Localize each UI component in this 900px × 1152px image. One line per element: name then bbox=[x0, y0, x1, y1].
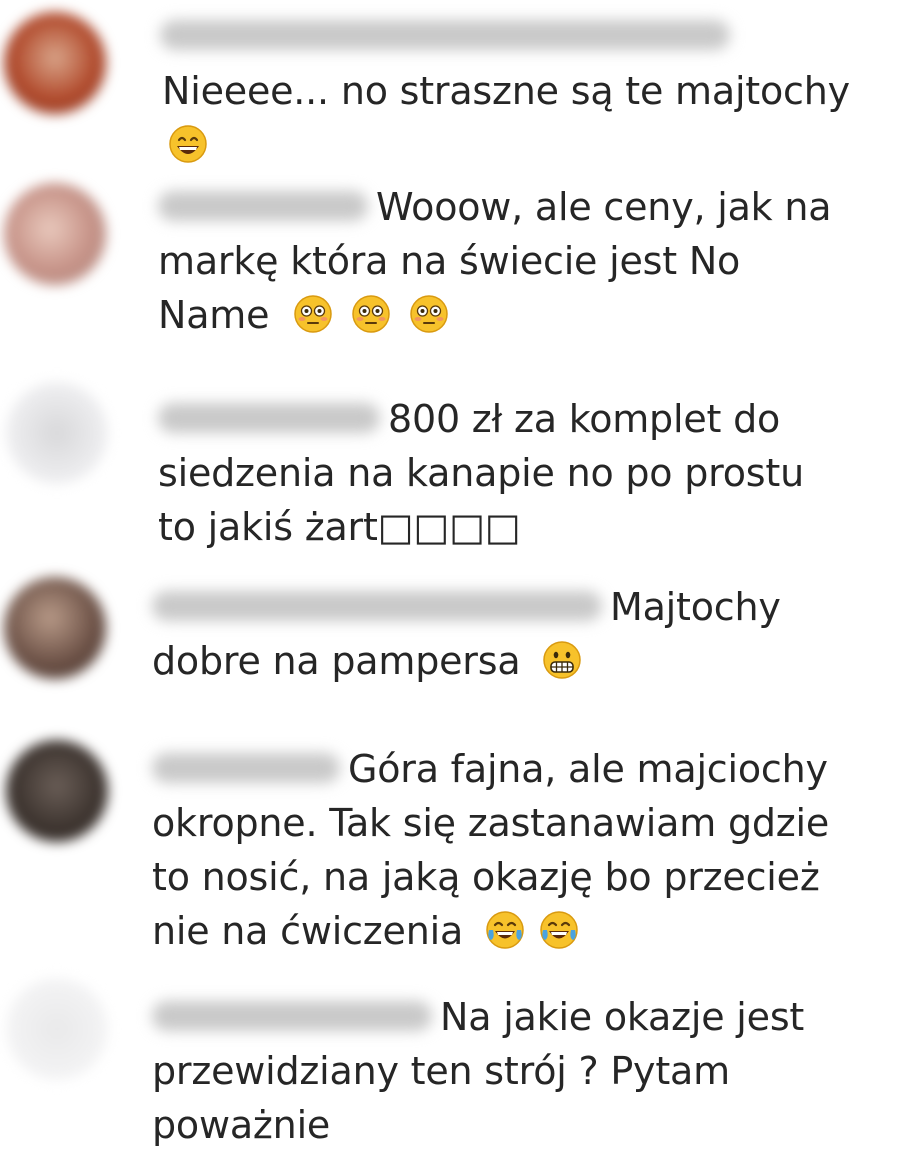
username-blurred[interactable] bbox=[152, 590, 602, 621]
grimacing-face-icon bbox=[542, 640, 582, 680]
comment-text-line: Na jakie okazje jest bbox=[440, 995, 805, 1039]
flushed-face-icon bbox=[293, 294, 333, 334]
username-blurred[interactable] bbox=[158, 190, 368, 221]
username-blurred[interactable] bbox=[152, 1000, 432, 1031]
avatar[interactable] bbox=[6, 978, 108, 1080]
comment-text-line: Nieeee... no straszne są te majtochy bbox=[162, 69, 850, 113]
comment-text-line: to nosić, na jaką okazję bo przecież bbox=[152, 855, 820, 899]
comment-text-line: Name bbox=[158, 293, 270, 337]
username-blurred[interactable] bbox=[160, 20, 730, 50]
comment-text: 800 zł za komplet do siedzenia na kanapi… bbox=[158, 392, 888, 554]
comment-text-line: nie na ćwiczenia bbox=[152, 909, 464, 953]
avatar[interactable] bbox=[6, 382, 108, 484]
comment-text-line: Wooow, ale ceny, jak na bbox=[376, 185, 832, 229]
comment-text-line: siedzenia na kanapie no po prostu bbox=[158, 451, 804, 495]
comment-text-line: dobre na pampersa bbox=[152, 639, 521, 683]
comment-text-line: okropne. Tak się zastanawiam gdzie bbox=[152, 801, 830, 845]
comment-text-line: poważnie bbox=[152, 1103, 331, 1147]
comment-text: Na jakie okazje jest przewidziany ten st… bbox=[152, 990, 892, 1152]
comment-text: Wooow, ale ceny, jak na markę która na ś… bbox=[158, 180, 888, 342]
tears-of-joy-icon bbox=[539, 910, 579, 950]
avatar[interactable] bbox=[4, 577, 106, 679]
flushed-face-icon bbox=[351, 294, 391, 334]
username-blurred[interactable] bbox=[158, 402, 380, 433]
comment-text-line: 800 zł za komplet do bbox=[388, 397, 781, 441]
avatar[interactable] bbox=[4, 12, 106, 114]
comment-text-line: to jakiś żart□□□□ bbox=[158, 505, 521, 549]
comment-text-line: Góra fajna, ale majciochy bbox=[348, 747, 828, 791]
grinning-smiling-eyes-icon bbox=[168, 124, 208, 164]
comment-text: Góra fajna, ale majciochy okropne. Tak s… bbox=[152, 742, 892, 958]
comment-text: Nieeee... no straszne są te majtochy bbox=[162, 64, 882, 172]
comment-text-line: przewidziany ten strój ? Pytam bbox=[152, 1049, 730, 1093]
flushed-face-icon bbox=[409, 294, 449, 334]
comment-text: Majtochy dobre na pampersa bbox=[152, 580, 892, 688]
avatar[interactable] bbox=[4, 183, 106, 285]
username-blurred[interactable] bbox=[152, 752, 340, 783]
avatar[interactable] bbox=[6, 740, 108, 842]
comment-text-line: Majtochy bbox=[610, 585, 781, 629]
tears-of-joy-icon bbox=[485, 910, 525, 950]
comment-text-line: markę która na świecie jest No bbox=[158, 239, 741, 283]
